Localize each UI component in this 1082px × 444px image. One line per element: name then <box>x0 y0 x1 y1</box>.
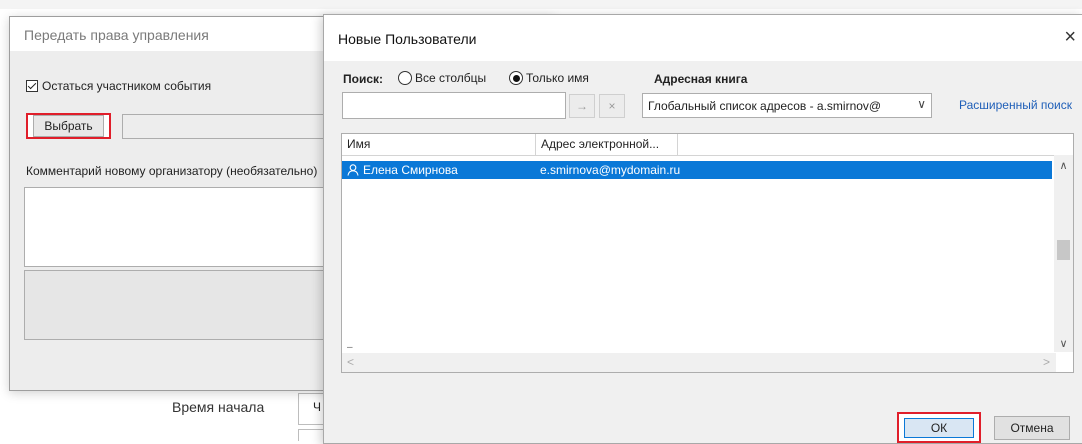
person-icon <box>347 164 359 176</box>
close-icon[interactable]: × <box>1064 26 1076 49</box>
background-toolbar <box>0 0 1082 9</box>
radio-all-columns[interactable]: Все столбцы <box>398 71 486 85</box>
scroll-marker: – <box>347 342 353 353</box>
scroll-up-icon[interactable]: ∧ <box>1054 159 1073 172</box>
users-list[interactable]: Имя Адрес электронной... Елена Смирнова … <box>341 133 1074 373</box>
users-dialog-titlebar: Новые Пользователи × <box>324 15 1082 61</box>
pick-button-label: Выбрать <box>33 115 104 137</box>
search-label: Поиск: <box>343 72 384 86</box>
radio-all-columns-dot[interactable] <box>398 71 412 85</box>
radio-all-columns-label: Все столбцы <box>415 71 487 85</box>
row-name-cell: Елена Смирнова <box>347 163 458 177</box>
column-header-email[interactable]: Адрес электронной... <box>536 134 678 155</box>
address-book-value: Глобальный список адресов - a.smirnov@ <box>648 98 882 113</box>
cancel-button[interactable]: Отмена <box>994 416 1070 440</box>
go-arrow-icon[interactable]: → <box>569 94 595 118</box>
clear-icon[interactable]: × <box>599 94 625 118</box>
scroll-thumb[interactable] <box>1057 240 1070 260</box>
radio-name-only-label: Только имя <box>526 71 589 85</box>
column-header-name[interactable]: Имя <box>342 134 536 155</box>
start-date-text: Ч <box>313 400 321 414</box>
scroll-left-icon[interactable]: < <box>347 355 354 369</box>
stay-participant-label: Остаться участником события <box>42 79 212 93</box>
chevron-down-icon: ∨ <box>917 97 926 111</box>
radio-name-only-dot[interactable] <box>509 71 523 85</box>
row-name-text: Елена Смирнова <box>363 163 458 177</box>
users-dialog-title: Новые Пользователи <box>338 31 477 47</box>
scroll-down-icon[interactable]: ∨ <box>1054 337 1073 350</box>
radio-name-only[interactable]: Только имя <box>509 71 589 85</box>
horizontal-scrollbar[interactable]: – < > <box>342 342 1056 372</box>
vertical-scrollbar[interactable]: ∧ ∨ <box>1054 155 1073 352</box>
row-email-cell: e.smirnova@mydomain.ru <box>540 163 681 177</box>
search-input[interactable] <box>342 92 566 119</box>
ok-button-label: ОК <box>904 417 974 438</box>
pick-button[interactable]: Выбрать <box>26 113 111 139</box>
stay-participant-option[interactable]: Остаться участником события <box>26 79 211 93</box>
start-time-label: Время начала <box>172 399 265 415</box>
new-users-dialog: Новые Пользователи × Поиск: Все столбцы … <box>323 14 1082 444</box>
comment-label: Комментарий новому организатору (необяза… <box>26 164 318 178</box>
transfer-dialog-title: Передать права управления <box>24 27 209 43</box>
ok-button[interactable]: ОК <box>897 412 981 443</box>
address-book-label: Адресная книга <box>654 72 748 86</box>
advanced-search-link[interactable]: Расширенный поиск <box>934 98 1072 112</box>
table-row[interactable]: Елена Смирнова e.smirnova@mydomain.ru <box>342 161 1052 179</box>
address-book-select[interactable]: Глобальный список адресов - a.smirnov@ ∨ <box>642 93 932 118</box>
list-header: Имя Адрес электронной... <box>342 134 1073 156</box>
stay-participant-checkbox[interactable] <box>26 80 38 92</box>
scroll-right-icon[interactable]: > <box>1043 355 1050 369</box>
